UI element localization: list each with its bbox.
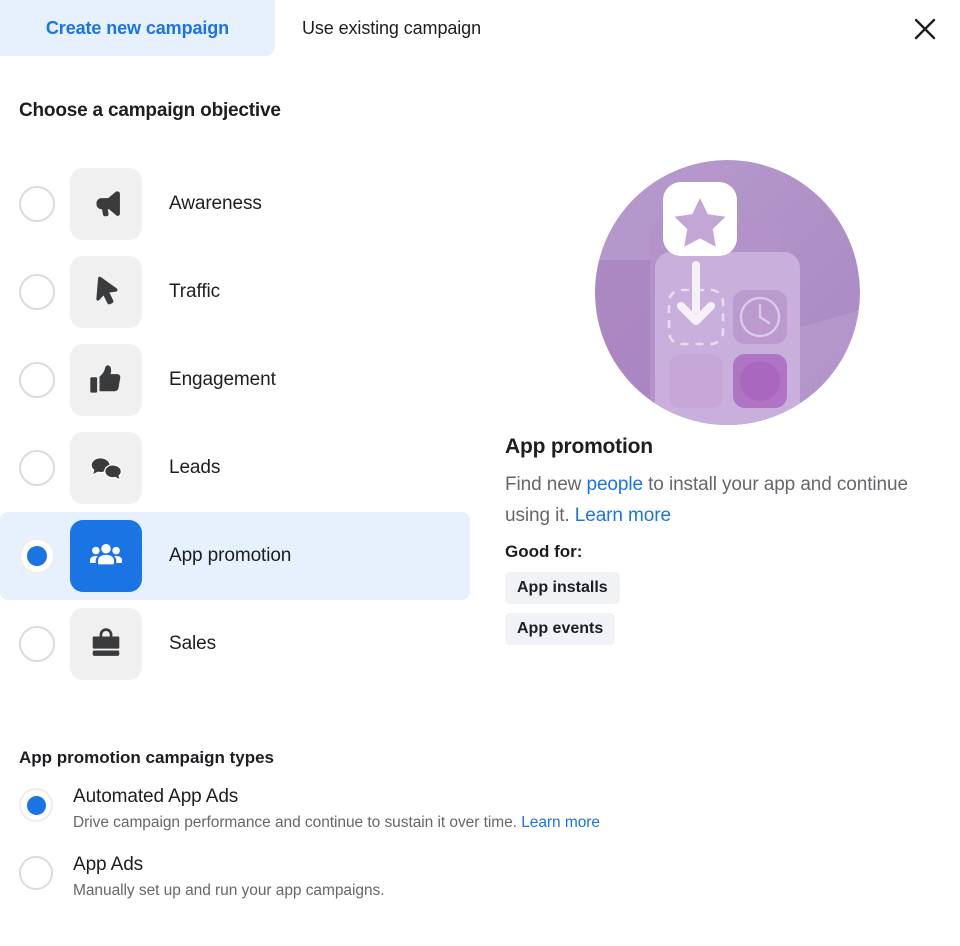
- objective-option-engagement[interactable]: Engagement: [0, 336, 470, 424]
- thumbs-up-icon: [90, 365, 121, 393]
- tab-bar: Create new campaign Use existing campaig…: [0, 0, 960, 56]
- campaign-type-body: App Ads Manually set up and run your app…: [73, 854, 385, 900]
- objective-icon-tile-sales: [70, 608, 142, 680]
- radio-automated-app-ads[interactable]: [19, 788, 53, 822]
- learn-more-link-automated-app-ads[interactable]: Learn more: [521, 814, 600, 831]
- objective-option-app-promotion[interactable]: App promotion: [0, 512, 470, 600]
- people-link[interactable]: people: [586, 474, 643, 495]
- status-badge-app-events: App events: [505, 613, 616, 645]
- tab-use-existing-campaign[interactable]: Use existing campaign: [275, 0, 565, 56]
- badge-row: App events: [505, 613, 925, 654]
- good-for-label: Good for:: [505, 542, 583, 561]
- detail-title: App promotion: [505, 435, 653, 458]
- shopping-bag-icon: [92, 628, 120, 656]
- objective-label-sales: Sales: [169, 633, 217, 654]
- campaign-types-list: Automated App Ads Drive campaign perform…: [19, 786, 819, 922]
- objective-option-sales[interactable]: Sales: [0, 600, 470, 688]
- detail-description: Find new people to install your app and …: [505, 469, 925, 531]
- objective-icon-tile-leads: [70, 432, 142, 504]
- close-icon: [914, 18, 936, 40]
- radio-app-ads[interactable]: [19, 856, 53, 890]
- radio-awareness[interactable]: [19, 186, 55, 222]
- people-group-icon: [90, 543, 122, 565]
- tab-create-new-campaign-label: Create new campaign: [45, 17, 230, 38]
- campaign-type-app-ads[interactable]: App Ads Manually set up and run your app…: [19, 854, 819, 900]
- campaign-type-description-text: Drive campaign performance and continue …: [73, 814, 522, 831]
- badge-row: App installs: [505, 572, 925, 613]
- campaign-type-title-automated-app-ads: Automated App Ads: [73, 786, 239, 807]
- campaign-types-heading: App promotion campaign types: [19, 748, 275, 767]
- radio-app-promotion[interactable]: [19, 538, 55, 574]
- objective-option-leads[interactable]: Leads: [0, 424, 470, 512]
- campaign-type-title-app-ads: App Ads: [73, 854, 144, 875]
- megaphone-icon: [96, 191, 120, 217]
- radio-sales[interactable]: [19, 626, 55, 662]
- objective-label-engagement: Engagement: [169, 369, 276, 390]
- objective-icon-tile-app-promotion: [70, 520, 142, 592]
- campaign-type-automated-app-ads[interactable]: Automated App Ads Drive campaign perform…: [19, 786, 819, 832]
- radio-leads[interactable]: [19, 450, 55, 486]
- status-badge-app-installs: App installs: [505, 572, 620, 604]
- objective-label-awareness: Awareness: [169, 193, 262, 214]
- objective-section-heading: Choose a campaign objective: [19, 100, 281, 121]
- tab-create-new-campaign[interactable]: Create new campaign: [0, 0, 275, 56]
- radio-traffic[interactable]: [19, 274, 55, 310]
- objective-detail-text: App promotion Find new people to install…: [505, 435, 925, 654]
- cursor-icon: [96, 276, 118, 305]
- objective-icon-tile-awareness: [70, 168, 142, 240]
- campaign-type-body: Automated App Ads Drive campaign perform…: [73, 786, 600, 832]
- objective-label-leads: Leads: [169, 457, 221, 478]
- good-for-badges: App installs App events: [505, 572, 925, 654]
- objective-option-awareness[interactable]: Awareness: [0, 160, 470, 248]
- objective-label-traffic: Traffic: [169, 281, 221, 302]
- objective-option-traffic[interactable]: Traffic: [0, 248, 470, 336]
- tab-use-existing-campaign-label: Use existing campaign: [302, 17, 481, 38]
- detail-description-part1: Find new: [505, 474, 587, 495]
- objective-option-list: Awareness Traffic Engagement Leads App p…: [0, 160, 480, 688]
- campaign-type-description-app-ads: Manually set up and run your app campaig…: [73, 882, 385, 899]
- campaign-type-description-automated-app-ads: Drive campaign performance and continue …: [73, 814, 600, 832]
- objective-label-app-promotion: App promotion: [169, 545, 292, 566]
- app-promotion-illustration: [595, 160, 860, 425]
- objective-icon-tile-traffic: [70, 256, 142, 328]
- learn-more-link-detail[interactable]: Learn more: [575, 505, 671, 526]
- campaign-objective-dialog: Create new campaign Use existing campaig…: [0, 0, 960, 946]
- objective-icon-tile-engagement: [70, 344, 142, 416]
- close-button[interactable]: [901, 5, 949, 53]
- radio-engagement[interactable]: [19, 362, 55, 398]
- speech-bubbles-icon: [90, 457, 122, 481]
